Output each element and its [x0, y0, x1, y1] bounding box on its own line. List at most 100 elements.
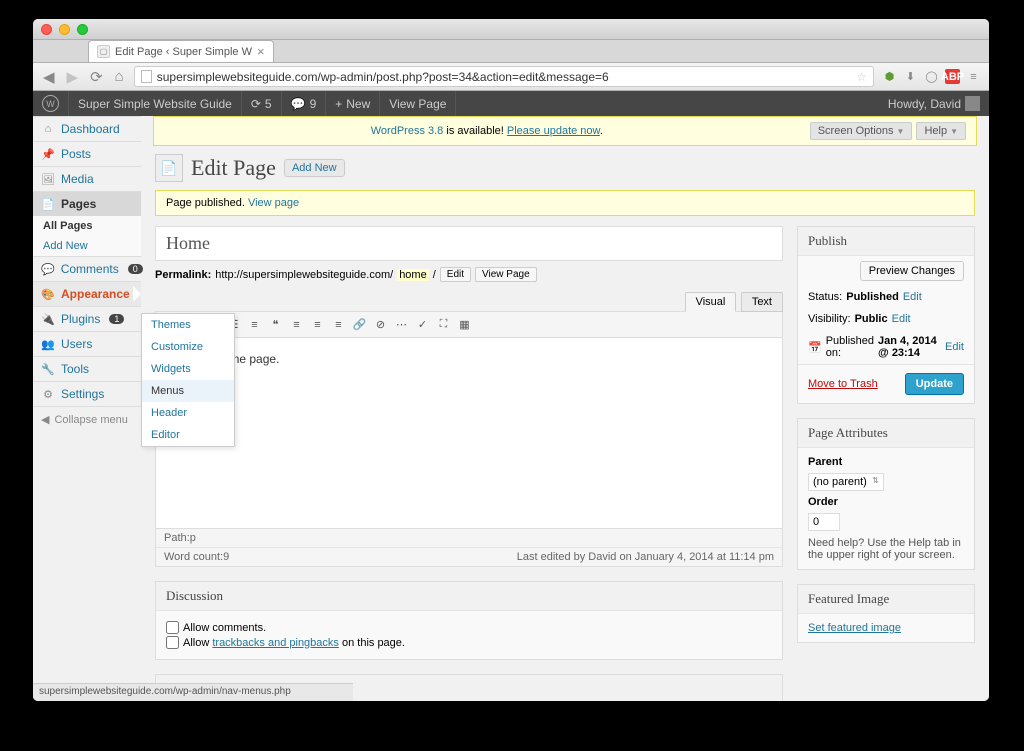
home-button[interactable]: ⌂	[113, 68, 126, 85]
view-page-link[interactable]: View Page	[380, 91, 456, 116]
flyout-editor[interactable]: Editor	[142, 424, 234, 446]
view-page-link[interactable]: View page	[248, 197, 299, 209]
wordpress-logo-icon: W	[42, 95, 59, 112]
flyout-header[interactable]: Header	[142, 402, 234, 424]
wp-logo-menu[interactable]: W	[33, 91, 69, 116]
appearance-flyout: Themes Customize Widgets Menus Header Ed…	[141, 313, 235, 447]
sidebar-item-posts[interactable]: 📌Posts	[33, 141, 141, 166]
align-left-button[interactable]: ≡	[287, 315, 306, 334]
visibility-value: Public	[855, 313, 888, 325]
comments-menu[interactable]: 💬 9	[282, 91, 327, 116]
submenu-add-new[interactable]: Add New	[33, 236, 141, 256]
flyout-menus[interactable]: Menus	[142, 380, 234, 402]
more-button[interactable]: ⋯	[392, 315, 411, 334]
set-featured-image-link[interactable]: Set featured image	[808, 622, 901, 634]
flyout-customize[interactable]: Customize	[142, 336, 234, 358]
parent-select[interactable]: (no parent) ⇅	[808, 473, 884, 491]
featured-title: Featured Image	[798, 585, 974, 614]
minimize-window-button[interactable]	[59, 24, 70, 35]
move-to-trash-link[interactable]: Move to Trash	[808, 378, 878, 390]
editor: B I abc ☰ ≡ ❝ ≡ ≡ ≡ 🔗 ⊘ ⋯ ✓	[155, 311, 783, 567]
sidebar-item-media[interactable]: 🖼Media	[33, 166, 141, 191]
sidebar-item-comments[interactable]: 💬Comments0	[33, 256, 141, 281]
view-page-button[interactable]: View Page	[475, 267, 537, 282]
pocket-icon[interactable]: ⬇	[903, 69, 918, 84]
last-edit: Last edited by David on January 4, 2014 …	[517, 551, 774, 563]
updates-menu[interactable]: ⟳ 5	[242, 91, 282, 116]
url-text: supersimplewebsiteguide.com/wp-admin/pos…	[157, 70, 609, 84]
edit-status-link[interactable]: Edit	[903, 291, 922, 303]
post-title-input[interactable]	[155, 226, 783, 261]
browser-tab[interactable]: ▢ Edit Page ‹ Super Simple W ×	[88, 40, 274, 62]
link-button[interactable]: 🔗	[350, 315, 369, 334]
sidebar-item-users[interactable]: 👥Users	[33, 331, 141, 356]
permalink-slug[interactable]: home	[397, 269, 429, 281]
spellcheck-button[interactable]: ✓	[413, 315, 432, 334]
extension-icon[interactable]: ◯	[924, 69, 939, 84]
preview-button[interactable]: Preview Changes	[860, 261, 964, 281]
edit-date-link[interactable]: Edit	[945, 341, 964, 353]
dashboard-icon: ⌂	[41, 122, 55, 136]
number-list-button[interactable]: ≡	[245, 315, 264, 334]
allow-comments-checkbox[interactable]	[166, 621, 179, 634]
flyout-widgets[interactable]: Widgets	[142, 358, 234, 380]
bookmark-star-icon[interactable]: ☆	[856, 70, 867, 84]
tab-visual[interactable]: Visual	[685, 292, 737, 312]
sidebar-item-appearance[interactable]: 🎨Appearance	[33, 281, 141, 306]
add-new-button[interactable]: Add New	[284, 159, 345, 177]
wp-admin-bar: W Super Simple Website Guide ⟳ 5 💬 9 + N…	[33, 91, 989, 116]
allow-comments-row[interactable]: Allow comments.	[166, 621, 772, 634]
chrome-menu-button[interactable]: ≡	[966, 69, 981, 84]
align-center-button[interactable]: ≡	[308, 315, 327, 334]
sidebar-item-settings[interactable]: ⚙Settings	[33, 381, 141, 406]
my-account-menu[interactable]: Howdy, David	[879, 96, 989, 111]
tab-text[interactable]: Text	[741, 292, 783, 312]
close-tab-button[interactable]: ×	[257, 44, 265, 59]
url-bar: ◀ ▶ ⟳ ⌂ supersimplewebsiteguide.com/wp-a…	[33, 63, 989, 91]
order-label: Order	[808, 496, 838, 508]
wp-version-link[interactable]: WordPress 3.8	[371, 125, 444, 137]
url-input[interactable]: supersimplewebsiteguide.com/wp-admin/pos…	[134, 66, 874, 87]
refresh-icon: ⟳	[251, 97, 261, 111]
site-name-menu[interactable]: Super Simple Website Guide	[69, 91, 242, 116]
sidebar-item-tools[interactable]: 🔧Tools	[33, 356, 141, 381]
permalink-label: Permalink:	[155, 269, 211, 281]
edit-visibility-link[interactable]: Edit	[892, 313, 911, 325]
visibility-label: Visibility:	[808, 313, 851, 325]
update-button[interactable]: Update	[905, 373, 964, 395]
close-window-button[interactable]	[41, 24, 52, 35]
back-button[interactable]: ◀	[41, 68, 57, 86]
submenu-all-pages[interactable]: All Pages	[33, 216, 141, 236]
trackback-pre: Allow	[183, 637, 212, 649]
allow-trackbacks-checkbox[interactable]	[166, 636, 179, 649]
comment-icon: 💬	[291, 97, 306, 111]
zoom-window-button[interactable]	[77, 24, 88, 35]
trackbacks-link[interactable]: trackbacks and pingbacks	[212, 637, 339, 649]
update-now-link[interactable]: Please update now	[507, 125, 600, 137]
screen-options-button[interactable]: Screen Options ▼	[810, 122, 913, 140]
edit-permalink-button[interactable]: Edit	[440, 267, 471, 282]
order-input[interactable]	[808, 513, 840, 531]
forward-button[interactable]: ▶	[65, 68, 81, 86]
collapse-menu-button[interactable]: ◀Collapse menu	[33, 406, 141, 432]
reload-button[interactable]: ⟳	[88, 68, 105, 86]
adblock-icon[interactable]: ABP	[945, 69, 960, 84]
kitchensink-button[interactable]: ▦	[455, 315, 474, 334]
editor-content[interactable]: our new home page.	[156, 338, 782, 528]
evernote-icon[interactable]: ⬢	[882, 69, 897, 84]
sidebar-item-plugins[interactable]: 🔌Plugins1	[33, 306, 141, 331]
sidebar-item-dashboard[interactable]: ⌂Dashboard	[33, 116, 141, 141]
screen-options-label: Screen Options	[818, 125, 894, 137]
help-button[interactable]: Help ▼	[916, 122, 966, 140]
fullscreen-button[interactable]: ⛶	[434, 315, 453, 334]
tools-icon: 🔧	[41, 362, 55, 376]
unlink-button[interactable]: ⊘	[371, 315, 390, 334]
quote-button[interactable]: ❝	[266, 315, 285, 334]
align-right-button[interactable]: ≡	[329, 315, 348, 334]
sidebar-item-pages[interactable]: 📄Pages	[33, 191, 141, 216]
allow-trackbacks-row[interactable]: Allow trackbacks and pingbacks on this p…	[166, 636, 772, 649]
flyout-themes[interactable]: Themes	[142, 314, 234, 336]
collapse-icon: ◀	[41, 413, 49, 426]
comments-count: 9	[310, 97, 317, 111]
new-content-menu[interactable]: + New	[326, 91, 380, 116]
